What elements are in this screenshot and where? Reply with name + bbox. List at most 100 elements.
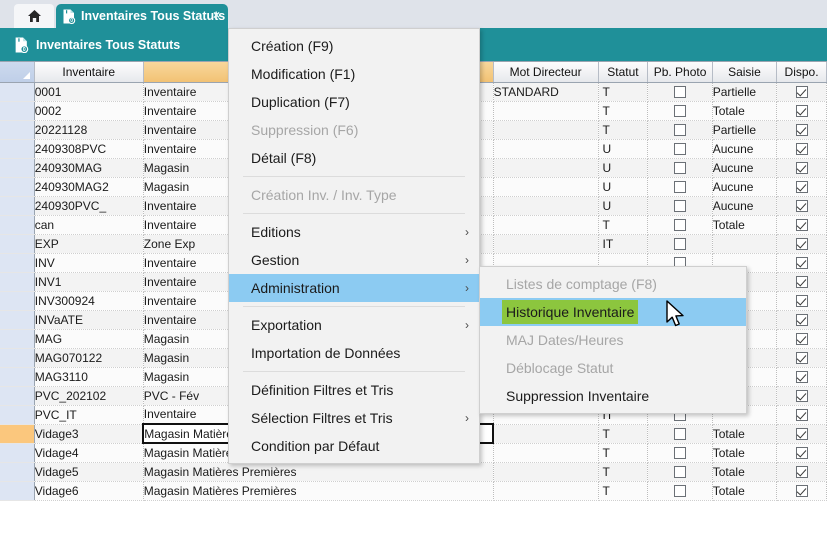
- cell-inv[interactable]: Vidage5: [34, 462, 143, 481]
- checkbox-checked-icon[interactable]: [796, 352, 808, 364]
- menu-item-cration-f9[interactable]: Création (F9): [229, 32, 479, 60]
- checkbox-unchecked-icon[interactable]: [674, 466, 686, 478]
- checkbox-unchecked-icon[interactable]: [674, 447, 686, 459]
- cell-inv[interactable]: MAG: [34, 329, 143, 348]
- checkbox-checked-icon[interactable]: [796, 200, 808, 212]
- row-selector-cell[interactable]: [0, 158, 34, 177]
- checkbox-checked-icon[interactable]: [796, 466, 808, 478]
- cell-saisie[interactable]: Aucune: [712, 177, 776, 196]
- close-icon[interactable]: ×: [213, 8, 220, 22]
- checkbox-unchecked-icon[interactable]: [674, 162, 686, 174]
- checkbox-checked-icon[interactable]: [796, 86, 808, 98]
- cell-statut[interactable]: T: [598, 424, 648, 443]
- checkbox-checked-icon[interactable]: [796, 371, 808, 383]
- row-selector-cell[interactable]: [0, 310, 34, 329]
- cell-dispo[interactable]: [777, 481, 827, 500]
- cell-statut[interactable]: U: [598, 177, 648, 196]
- checkbox-checked-icon[interactable]: [796, 219, 808, 231]
- cell-pbphoto[interactable]: [648, 443, 712, 462]
- row-selector-cell[interactable]: [0, 215, 34, 234]
- cell-dispo[interactable]: [777, 405, 827, 424]
- column-header-mot[interactable]: Mot Directeur: [493, 62, 598, 82]
- cell-inv[interactable]: 2409308PVC: [34, 139, 143, 158]
- cell-inv[interactable]: INVaATE: [34, 310, 143, 329]
- cell-statut[interactable]: T: [598, 101, 648, 120]
- checkbox-unchecked-icon[interactable]: [674, 485, 686, 497]
- row-selector-cell[interactable]: [0, 82, 34, 101]
- row-selector-cell[interactable]: [0, 367, 34, 386]
- cell-mot[interactable]: [493, 196, 598, 215]
- cell-saisie[interactable]: Totale: [712, 443, 776, 462]
- submenu-item-historique-inventaire[interactable]: Historique Inventaire: [480, 298, 746, 326]
- checkbox-unchecked-icon[interactable]: [674, 200, 686, 212]
- row-selector-cell[interactable]: [0, 272, 34, 291]
- cell-dispo[interactable]: [777, 215, 827, 234]
- cell-inv[interactable]: Vidage4: [34, 443, 143, 462]
- cell-inv[interactable]: MAG070122: [34, 348, 143, 367]
- cell-inv[interactable]: MAG3110: [34, 367, 143, 386]
- cell-pbphoto[interactable]: [648, 234, 712, 253]
- cell-dispo[interactable]: [777, 310, 827, 329]
- cell-dispo[interactable]: [777, 158, 827, 177]
- menu-item-exportation[interactable]: Exportation›: [229, 311, 479, 339]
- cell-saisie[interactable]: Totale: [712, 481, 776, 500]
- cell-dispo[interactable]: [777, 253, 827, 272]
- cell-statut[interactable]: U: [598, 158, 648, 177]
- table-row[interactable]: Vidage6Magasin Matières PremièresTTotale: [0, 481, 827, 500]
- cell-pbphoto[interactable]: [648, 139, 712, 158]
- column-header-sel[interactable]: [0, 62, 34, 82]
- cell-dispo[interactable]: [777, 443, 827, 462]
- cell-inv[interactable]: PVC_202102: [34, 386, 143, 405]
- submenu-item-suppression-inventaire[interactable]: Suppression Inventaire: [480, 382, 746, 410]
- row-selector-cell[interactable]: [0, 177, 34, 196]
- cell-inv[interactable]: Vidage6: [34, 481, 143, 500]
- cell-dispo[interactable]: [777, 272, 827, 291]
- cell-dispo[interactable]: [777, 139, 827, 158]
- checkbox-checked-icon[interactable]: [796, 428, 808, 440]
- checkbox-checked-icon[interactable]: [796, 105, 808, 117]
- checkbox-checked-icon[interactable]: [796, 390, 808, 402]
- cell-statut[interactable]: T: [598, 82, 648, 101]
- row-selector-cell[interactable]: [0, 462, 34, 481]
- cell-saisie[interactable]: Totale: [712, 215, 776, 234]
- cell-inv[interactable]: INV1: [34, 272, 143, 291]
- menu-item-dtail-f8[interactable]: Détail (F8): [229, 144, 479, 172]
- cell-dispo[interactable]: [777, 101, 827, 120]
- menu-item-gestion[interactable]: Gestion›: [229, 246, 479, 274]
- row-selector-cell[interactable]: [0, 443, 34, 462]
- cell-inv[interactable]: Vidage3: [34, 424, 143, 443]
- column-header-pbphoto[interactable]: Pb. Photo: [648, 62, 712, 82]
- checkbox-checked-icon[interactable]: [796, 314, 808, 326]
- checkbox-checked-icon[interactable]: [796, 333, 808, 345]
- cell-pbphoto[interactable]: [648, 177, 712, 196]
- row-selector-cell[interactable]: [0, 196, 34, 215]
- cell-saisie[interactable]: [712, 234, 776, 253]
- cell-inv[interactable]: PVC_IT: [34, 405, 143, 424]
- cell-saisie[interactable]: Totale: [712, 462, 776, 481]
- cell-dispo[interactable]: [777, 367, 827, 386]
- cell-dispo[interactable]: [777, 120, 827, 139]
- cell-libelle[interactable]: Magasin Matières Premières: [143, 481, 493, 500]
- cell-pbphoto[interactable]: [648, 462, 712, 481]
- menu-item-administration[interactable]: Administration›: [229, 274, 479, 302]
- cell-pbphoto[interactable]: [648, 481, 712, 500]
- row-selector-cell[interactable]: [0, 481, 34, 500]
- row-selector-cell[interactable]: [0, 348, 34, 367]
- checkbox-unchecked-icon[interactable]: [674, 86, 686, 98]
- administration-submenu[interactable]: Listes de comptage (F8)Historique Invent…: [479, 266, 747, 414]
- context-menu[interactable]: Création (F9)Modification (F1)Duplicatio…: [228, 28, 480, 464]
- cell-mot[interactable]: [493, 139, 598, 158]
- row-selector-cell[interactable]: [0, 329, 34, 348]
- cell-dispo[interactable]: [777, 82, 827, 101]
- menu-item-slection-filtres-et-tris[interactable]: Sélection Filtres et Tris›: [229, 404, 479, 432]
- cell-dispo[interactable]: [777, 348, 827, 367]
- cell-dispo[interactable]: [777, 196, 827, 215]
- cell-mot[interactable]: [493, 462, 598, 481]
- cell-inv[interactable]: INV300924: [34, 291, 143, 310]
- tab-inventaires-tous-statuts[interactable]: 0 Inventaires Tous Statuts ×: [56, 4, 228, 28]
- cell-pbphoto[interactable]: [648, 120, 712, 139]
- cell-inv[interactable]: 240930PVC_: [34, 196, 143, 215]
- row-selector-cell[interactable]: [0, 139, 34, 158]
- checkbox-unchecked-icon[interactable]: [674, 219, 686, 231]
- cell-statut[interactable]: T: [598, 462, 648, 481]
